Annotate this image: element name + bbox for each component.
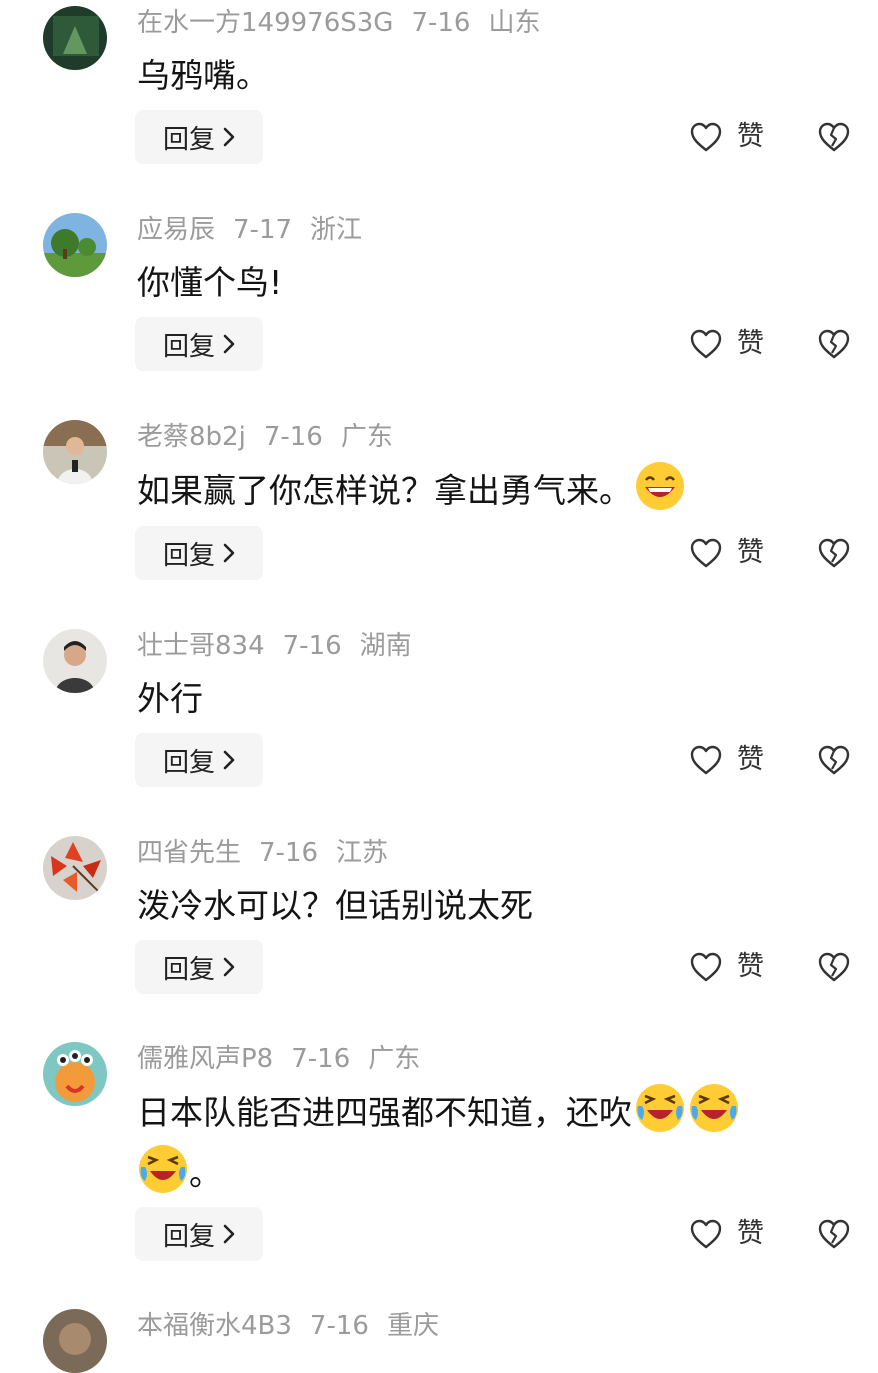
avatar-image bbox=[43, 836, 107, 900]
like-count[interactable]: 赞 bbox=[737, 950, 764, 984]
broken-heart-icon[interactable] bbox=[817, 744, 851, 776]
laughing-crying-emoji-icon bbox=[636, 1084, 684, 1132]
comment-body: 乌鸦嘴。 bbox=[137, 56, 269, 95]
laughing-crying-emoji-icon bbox=[139, 1145, 187, 1193]
comment-body: 你懂个鸟! bbox=[137, 263, 283, 302]
avatar-image bbox=[43, 420, 107, 484]
avatar-image bbox=[43, 6, 107, 70]
chevron-right-icon bbox=[223, 543, 235, 563]
comment-text: 泼冷水可以？但话别说太死 bbox=[137, 876, 827, 936]
comment-meta: 应易辰 7-17 浙江 bbox=[137, 212, 380, 248]
username[interactable]: 壮士哥834 bbox=[137, 631, 265, 661]
comment-text: 如果赢了你怎样说？拿出勇气来。 bbox=[137, 460, 827, 521]
comment-date: 7-17 bbox=[233, 215, 293, 245]
avatar[interactable] bbox=[43, 213, 107, 277]
comment-date: 7-16 bbox=[259, 838, 319, 868]
laughing-crying-emoji-icon bbox=[690, 1084, 738, 1132]
comment-meta: 壮士哥834 7-16 湖南 bbox=[137, 628, 430, 664]
broken-heart-icon[interactable] bbox=[817, 121, 851, 153]
comment-region: 广东 bbox=[340, 422, 393, 452]
comment-region: 重庆 bbox=[386, 1311, 439, 1341]
comment-region: 山东 bbox=[488, 8, 541, 38]
reply-label: 回复 bbox=[162, 954, 215, 985]
avatar[interactable] bbox=[43, 629, 107, 693]
comment-tail: 。 bbox=[189, 1154, 222, 1193]
comment-meta: 四省先生 7-16 江苏 bbox=[137, 835, 406, 871]
comment-date: 7-16 bbox=[411, 8, 471, 38]
heart-outline-icon[interactable] bbox=[689, 328, 723, 360]
avatar-image bbox=[43, 1309, 107, 1373]
username[interactable]: 本福衡水4B3 bbox=[137, 1311, 292, 1341]
avatar-image bbox=[43, 1042, 107, 1106]
avatar[interactable] bbox=[43, 1042, 107, 1106]
broken-heart-icon[interactable] bbox=[817, 951, 851, 983]
reply-label: 回复 bbox=[162, 1221, 215, 1252]
avatar[interactable] bbox=[43, 420, 107, 484]
comment-text: 你懂个鸟! bbox=[137, 253, 827, 313]
reply-label: 回复 bbox=[162, 331, 215, 362]
username[interactable]: 老蔡8b2j bbox=[137, 422, 246, 452]
broken-heart-icon[interactable] bbox=[817, 1218, 851, 1250]
avatar[interactable] bbox=[43, 836, 107, 900]
comment-body: 如果赢了你怎样说？拿出勇气来。 bbox=[137, 471, 632, 510]
chevron-right-icon bbox=[223, 750, 235, 770]
like-count[interactable]: 赞 bbox=[737, 327, 764, 361]
comment-body: 日本队能否进四强都不知道，还吹 bbox=[137, 1093, 632, 1132]
reply-button[interactable]: 回复 bbox=[135, 1207, 263, 1261]
avatar-image bbox=[43, 213, 107, 277]
username[interactable]: 应易辰 bbox=[137, 215, 215, 245]
reply-button[interactable]: 回复 bbox=[135, 110, 263, 164]
broken-heart-icon[interactable] bbox=[817, 537, 851, 569]
username[interactable]: 儒雅风声P8 bbox=[137, 1044, 273, 1074]
comment-region: 广东 bbox=[368, 1044, 421, 1074]
comment-region: 浙江 bbox=[310, 215, 363, 245]
reply-button[interactable]: 回复 bbox=[135, 317, 263, 371]
heart-outline-icon[interactable] bbox=[689, 537, 723, 569]
reply-label: 回复 bbox=[162, 540, 215, 571]
comment-meta: 老蔡8b2j 7-16 广东 bbox=[137, 419, 411, 455]
comment-body: 泼冷水可以？但话别说太死 bbox=[137, 886, 533, 925]
avatar[interactable] bbox=[43, 6, 107, 70]
like-count[interactable]: 赞 bbox=[737, 743, 764, 777]
grinning-emoji-icon bbox=[636, 462, 684, 510]
comment-meta: 在水一方149976S3G 7-16 山东 bbox=[137, 5, 558, 41]
heart-outline-icon[interactable] bbox=[689, 951, 723, 983]
chevron-right-icon bbox=[223, 957, 235, 977]
comment-date: 7-16 bbox=[282, 631, 342, 661]
comment-date: 7-16 bbox=[263, 422, 323, 452]
heart-outline-icon[interactable] bbox=[689, 121, 723, 153]
username[interactable]: 在水一方149976S3G bbox=[137, 8, 393, 38]
like-count[interactable]: 赞 bbox=[737, 120, 764, 154]
username[interactable]: 四省先生 bbox=[137, 838, 241, 868]
comment-region: 江苏 bbox=[336, 838, 389, 868]
comment-region: 湖南 bbox=[359, 631, 412, 661]
comment-meta: 本福衡水4B3 7-16 重庆 bbox=[137, 1308, 457, 1344]
reply-button[interactable]: 回复 bbox=[135, 733, 263, 787]
reply-button[interactable]: 回复 bbox=[135, 526, 263, 580]
heart-outline-icon[interactable] bbox=[689, 744, 723, 776]
comment-date: 7-16 bbox=[291, 1044, 351, 1074]
comment-text: 外行 bbox=[137, 669, 827, 729]
comment-meta: 儒雅风声P8 7-16 广东 bbox=[137, 1041, 438, 1077]
like-count[interactable]: 赞 bbox=[737, 1217, 764, 1251]
like-count[interactable]: 赞 bbox=[737, 536, 764, 570]
heart-outline-icon[interactable] bbox=[689, 1218, 723, 1250]
comment-date: 7-16 bbox=[309, 1311, 369, 1341]
chevron-right-icon bbox=[223, 127, 235, 147]
comment-text: 乌鸦嘴。 bbox=[137, 46, 827, 106]
comment-text: 日本队能否进四强都不知道，还吹。 bbox=[137, 1082, 827, 1204]
reply-label: 回复 bbox=[162, 747, 215, 778]
chevron-right-icon bbox=[223, 334, 235, 354]
reply-button[interactable]: 回复 bbox=[135, 940, 263, 994]
broken-heart-icon[interactable] bbox=[817, 328, 851, 360]
chevron-right-icon bbox=[223, 1224, 235, 1244]
reply-label: 回复 bbox=[162, 124, 215, 155]
comment-body: 外行 bbox=[137, 679, 203, 718]
avatar[interactable] bbox=[43, 1309, 107, 1373]
avatar-image bbox=[43, 629, 107, 693]
